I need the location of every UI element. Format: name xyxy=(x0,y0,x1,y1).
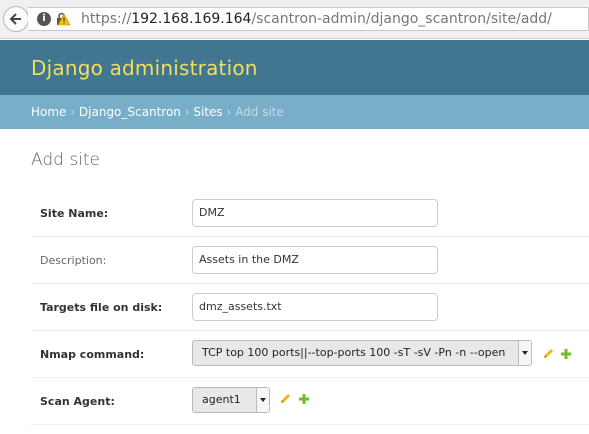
breadcrumb-app[interactable]: Django_Scantron xyxy=(79,105,181,119)
form-row-site-name: Site Name: DMZ xyxy=(31,190,589,237)
edit-pencil-icon[interactable] xyxy=(279,393,291,405)
address-bar[interactable]: i https://192.168.169.164/scantron-admin… xyxy=(28,7,589,31)
breadcrumb-home[interactable]: Home xyxy=(31,105,66,119)
scan-agent-selected: agent1 xyxy=(202,393,241,406)
chevron-down-icon[interactable] xyxy=(256,388,269,412)
add-plus-icon[interactable] xyxy=(298,393,310,405)
breadcrumb-current: Add site xyxy=(235,105,284,119)
site-name-input[interactable]: DMZ xyxy=(192,199,438,227)
nmap-command-label: Nmap command: xyxy=(40,348,145,361)
add-site-form: Site Name: DMZ Description: Assets in th… xyxy=(31,190,589,425)
form-row-targets-file: Targets file on disk: dmz_assets.txt xyxy=(31,284,589,331)
chevron-down-icon[interactable] xyxy=(518,341,531,365)
site-name-label: Site Name: xyxy=(40,207,109,220)
admin-header: Django administration xyxy=(0,40,589,95)
insecure-lock-icon[interactable] xyxy=(55,11,71,27)
edit-pencil-icon[interactable] xyxy=(542,348,554,360)
description-input[interactable]: Assets in the DMZ xyxy=(192,246,438,274)
info-icon[interactable]: i xyxy=(37,12,51,26)
description-label: Description: xyxy=(40,254,107,267)
site-branding[interactable]: Django administration xyxy=(31,56,258,80)
breadcrumb-separator: › xyxy=(70,105,76,119)
url-host: 192.168.169.164 xyxy=(131,11,252,27)
scan-agent-label: Scan Agent: xyxy=(40,395,115,408)
url-scheme: https:// xyxy=(81,11,132,27)
nmap-command-selected: TCP top 100 ports||--top-ports 100 -sT -… xyxy=(202,346,506,359)
breadcrumb: Home › Django_Scantron › Sites › Add sit… xyxy=(0,95,589,129)
page-title: Add site xyxy=(31,150,101,170)
add-plus-icon[interactable] xyxy=(560,348,572,360)
scan-agent-select[interactable]: agent1 xyxy=(192,387,270,413)
browser-toolbar: i https://192.168.169.164/scantron-admin… xyxy=(0,0,589,39)
breadcrumb-separator: › xyxy=(226,105,232,119)
nmap-command-select[interactable]: TCP top 100 ports||--top-ports 100 -sT -… xyxy=(192,340,532,366)
back-arrow-icon xyxy=(9,13,21,25)
form-row-description: Description: Assets in the DMZ xyxy=(31,237,589,284)
url-text: https://192.168.169.164/scantron-admin/d… xyxy=(81,11,552,27)
form-row-nmap-command: Nmap command: TCP top 100 ports||--top-p… xyxy=(31,331,589,378)
targets-file-label: Targets file on disk: xyxy=(40,301,163,314)
targets-file-input[interactable]: dmz_assets.txt xyxy=(192,293,438,321)
breadcrumb-model[interactable]: Sites xyxy=(193,105,222,119)
breadcrumb-separator: › xyxy=(184,105,190,119)
url-path: /scantron-admin/django_scantron/site/add… xyxy=(251,11,552,27)
back-button[interactable] xyxy=(3,6,29,32)
form-row-scan-agent: Scan Agent: agent1 xyxy=(31,378,589,425)
